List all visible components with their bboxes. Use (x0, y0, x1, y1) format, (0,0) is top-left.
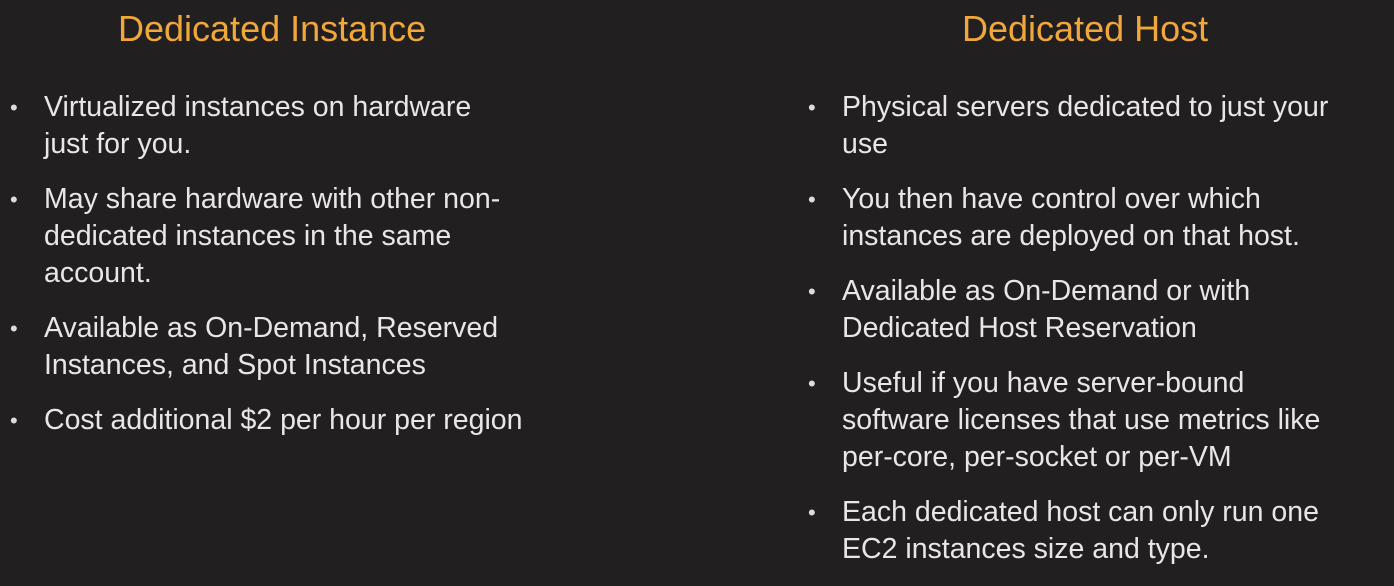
bullet-text-line: just for you. (44, 128, 192, 160)
bullet-text-line: use (842, 128, 888, 160)
dedicated-instance-bullet: • May share hardware with other non-dedic… (10, 181, 635, 292)
bullet-text-line: EC2 instances size and type. (842, 533, 1210, 565)
dedicated-host-bullet: • You then have control over which instanc… (808, 181, 1394, 255)
dedicated-instance-bullet: • Cost additional $2 per hour per region (10, 402, 635, 439)
bullet-text-line: Available as On-Demand or with (842, 275, 1251, 307)
dedicated-host-bullet: • Useful if you have server-bound software… (808, 365, 1394, 476)
bullet-text-line: instances are deployed on that host. (842, 220, 1300, 252)
bullet-text-line: Virtualized instances on hardware (44, 91, 472, 123)
bullet-text-line: Cost additional $2 per hour per region (44, 404, 523, 436)
bullet-dot-icon: • (808, 500, 816, 525)
bullet-text-line: Instances, and Spot Instances (44, 349, 426, 381)
bullet-dot-icon: • (10, 316, 18, 341)
dedicated-host-bullet: • Each dedicated host can only run one EC2… (808, 494, 1394, 568)
bullet-dot-icon: • (808, 371, 816, 396)
bullet-text-line: May share hardware with other non- (44, 183, 501, 215)
bullet-text-line: Useful if you have server-bound (842, 367, 1245, 399)
bullet-text-line: Dedicated Host Reservation (842, 312, 1197, 344)
bullet-text-line: account. (44, 257, 152, 289)
bullet-dot-icon: • (808, 95, 816, 120)
bullet-text-line: software licenses that use metrics like (842, 404, 1321, 436)
bullet-dot-icon: • (10, 187, 18, 212)
bullet-text-line: Each dedicated host can only run one (842, 496, 1319, 528)
bullet-text-line: Physical servers dedicated to just your (842, 91, 1329, 123)
dedicated-instance-title: Dedicated Instance (118, 8, 427, 49)
bullet-dot-icon: • (808, 279, 816, 304)
bullet-dot-icon: • (808, 187, 816, 212)
bullet-dot-icon: • (10, 95, 18, 120)
bullet-text-line: dedicated instances in the same (44, 220, 452, 252)
bullet-dot-icon: • (10, 408, 18, 433)
bullet-text-line: per-core, per-socket or per-VM (842, 441, 1232, 473)
dedicated-host-bullet-list: • Physical servers dedicated to just your… (808, 89, 1394, 586)
bullet-text-line: Available as On-Demand, Reserved (44, 312, 499, 344)
dedicated-instance-bullet: • Available as On-Demand, Reserved Instanc… (10, 310, 635, 384)
dedicated-instance-bullet: • Virtualized instances on hardware just f… (10, 89, 635, 163)
dedicated-host-bullet: • Available as On-Demand or with Dedicated… (808, 273, 1394, 347)
dedicated-host-bullet: • Physical servers dedicated to just your… (808, 89, 1394, 163)
bullet-text-line: You then have control over which (842, 183, 1261, 215)
dedicated-instance-bullet-list: • Virtualized instances on hardware just f… (10, 89, 635, 457)
dedicated-host-title: Dedicated Host (962, 8, 1209, 49)
